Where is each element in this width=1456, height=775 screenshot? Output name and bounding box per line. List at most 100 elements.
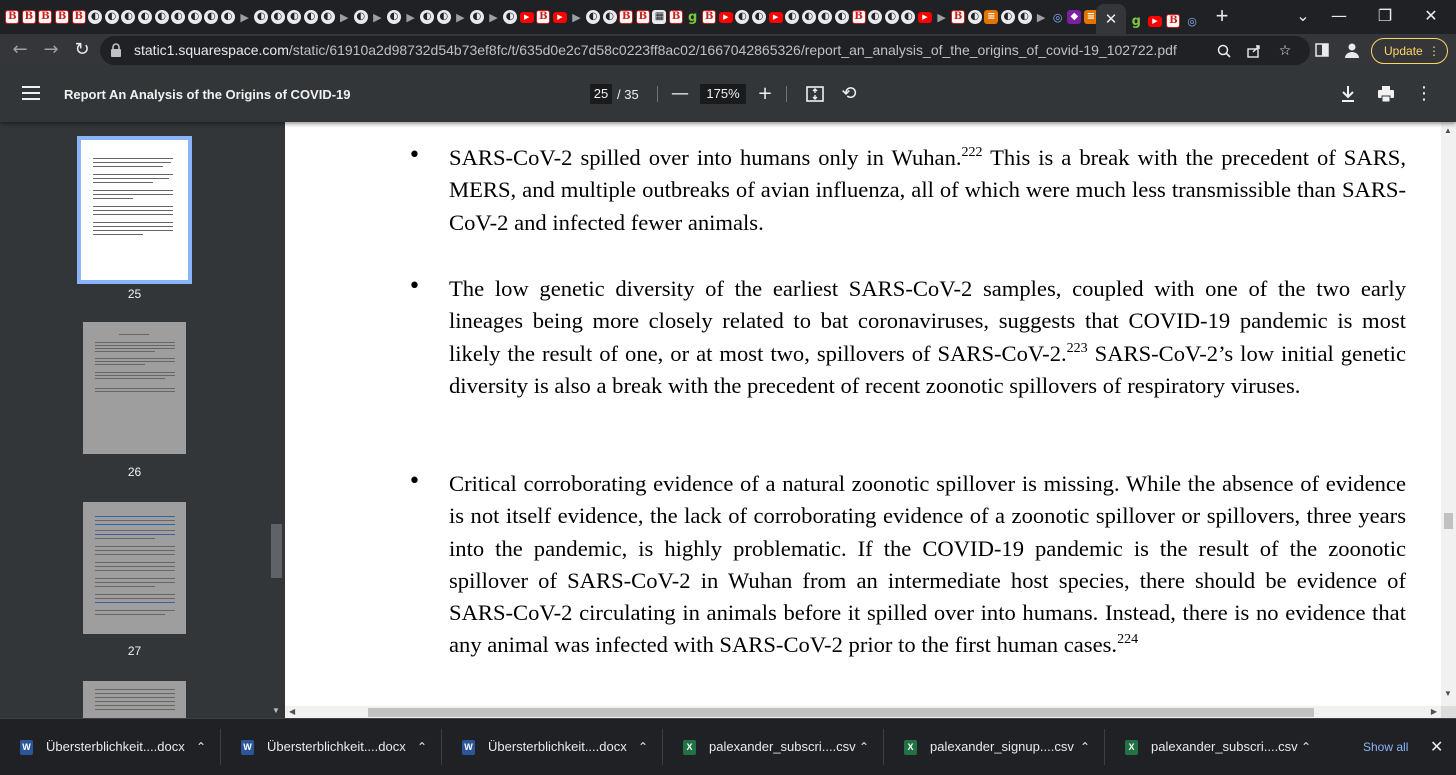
- browser-tab[interactable]: ◐: [1016, 4, 1033, 30]
- browser-tab[interactable]: ▶: [1147, 8, 1164, 34]
- browser-tab[interactable]: B: [950, 4, 967, 30]
- browser-tab[interactable]: ◐: [104, 4, 121, 30]
- browser-tab[interactable]: B: [70, 4, 87, 30]
- browser-tab[interactable]: ◐: [120, 4, 137, 30]
- browser-tab[interactable]: ▶: [336, 4, 353, 30]
- horizontal-scrollbar-thumb[interactable]: [368, 708, 1314, 717]
- close-downloads-bar-icon[interactable]: ✕: [1430, 719, 1443, 775]
- page-number-input[interactable]: 25: [590, 84, 612, 104]
- share-icon[interactable]: [1243, 40, 1265, 62]
- browser-tab[interactable]: B: [701, 4, 718, 30]
- browser-tab[interactable]: ▶: [552, 4, 569, 30]
- scroll-right-arrow-icon[interactable]: ▶: [1431, 706, 1437, 718]
- page-thumbnail[interactable]: [83, 322, 186, 454]
- tab-close-icon[interactable]: ✕: [1105, 10, 1118, 28]
- more-actions-icon[interactable]: ⋮: [1412, 82, 1436, 106]
- menu-icon[interactable]: [22, 86, 40, 100]
- scroll-up-arrow-icon[interactable]: ▲: [1444, 126, 1452, 135]
- browser-tab[interactable]: B: [635, 4, 652, 30]
- browser-tab[interactable]: ◐: [137, 4, 154, 30]
- active-tab[interactable]: ✕: [1096, 4, 1126, 34]
- back-button[interactable]: ←: [8, 38, 32, 62]
- browser-tab[interactable]: ◐: [1000, 4, 1017, 30]
- browser-tab[interactable]: ◐: [187, 4, 204, 30]
- minimize-button[interactable]: —: [1316, 4, 1362, 28]
- more-menu-icon[interactable]: ⋮: [1428, 39, 1440, 63]
- browser-tab[interactable]: ◐: [270, 4, 287, 30]
- browser-tab[interactable]: ◐: [220, 4, 237, 30]
- show-all-downloads-button[interactable]: Show all: [1363, 719, 1408, 775]
- browser-tab[interactable]: B: [21, 4, 38, 30]
- browser-tab[interactable]: ◐: [153, 4, 170, 30]
- footnote-ref[interactable]: 223: [1067, 341, 1088, 356]
- download-item[interactable]: W Übersterblichkeit....docx ⌃: [0, 719, 220, 775]
- browser-tab[interactable]: B: [535, 4, 552, 30]
- browser-tab[interactable]: ◐: [469, 4, 486, 30]
- browser-tab[interactable]: ◐: [253, 4, 270, 30]
- page-thumbnail[interactable]: [77, 136, 192, 284]
- scroll-down-arrow-icon[interactable]: ▼: [272, 706, 280, 715]
- scroll-down-arrow-icon[interactable]: ▼: [1444, 689, 1452, 698]
- browser-tab[interactable]: ◐: [834, 4, 851, 30]
- page-thumbnail[interactable]: [83, 681, 186, 718]
- download-item[interactable]: W Übersterblichkeit....docx ⌃: [221, 719, 441, 775]
- download-item[interactable]: Xpalexander_subscri....csv ⌃: [663, 719, 883, 775]
- chevron-up-icon[interactable]: ⌃: [638, 719, 648, 775]
- profile-icon[interactable]: [1340, 38, 1364, 62]
- vertical-scrollbar[interactable]: ▲ ▼: [1441, 122, 1456, 706]
- browser-tab[interactable]: ◎: [1184, 8, 1201, 34]
- browser-tab[interactable]: ◐: [303, 4, 320, 30]
- browser-tab[interactable]: ◐: [502, 4, 519, 30]
- zoom-in-icon[interactable]: +: [753, 82, 777, 106]
- scroll-left-arrow-icon[interactable]: ◀: [289, 706, 295, 718]
- browser-tab[interactable]: ◐: [319, 4, 336, 30]
- browser-tab[interactable]: B: [37, 4, 54, 30]
- download-item[interactable]: Xpalexander_subscri....csv ⌃: [1105, 719, 1325, 775]
- zoom-out-icon[interactable]: —: [668, 82, 692, 106]
- browser-tab[interactable]: ▶: [452, 4, 469, 30]
- vertical-scrollbar-thumb[interactable]: [1444, 513, 1453, 529]
- bookmark-star-icon[interactable]: ☆: [1274, 40, 1296, 62]
- browser-tab[interactable]: ▦: [651, 4, 668, 30]
- browser-tab[interactable]: ◎: [1049, 4, 1066, 30]
- browser-tab[interactable]: ◐: [286, 4, 303, 30]
- browser-tab[interactable]: ◐: [352, 4, 369, 30]
- browser-tab[interactable]: ◐: [601, 4, 618, 30]
- sidebar-scrollbar[interactable]: ▼: [269, 122, 285, 718]
- zoom-icon[interactable]: [1213, 40, 1235, 62]
- browser-tab[interactable]: B: [54, 4, 71, 30]
- browser-tab[interactable]: ◐: [883, 4, 900, 30]
- browser-tab[interactable]: ▶: [767, 4, 784, 30]
- download-icon[interactable]: [1336, 82, 1360, 106]
- footnote-ref[interactable]: 222: [962, 145, 983, 160]
- browser-tab[interactable]: ◐: [203, 4, 220, 30]
- browser-tab[interactable]: B: [4, 4, 21, 30]
- fit-page-icon[interactable]: [803, 82, 827, 106]
- browser-tab[interactable]: ◐: [867, 4, 884, 30]
- sidebar-scrollbar-thumb[interactable]: [271, 524, 282, 578]
- chevron-up-icon[interactable]: ⌃: [1080, 719, 1090, 775]
- close-window-button[interactable]: ✕: [1408, 4, 1454, 28]
- browser-tab[interactable]: ◐: [900, 4, 917, 30]
- update-button[interactable]: Update ⋮: [1371, 38, 1448, 64]
- address-bar[interactable]: static1.squarespace.com/static/61910a2d9…: [100, 36, 1310, 65]
- browser-tab[interactable]: g: [1128, 8, 1145, 34]
- browser-tab[interactable]: B: [668, 4, 685, 30]
- chevron-up-icon[interactable]: ⌃: [417, 719, 427, 775]
- browser-tab[interactable]: ▶: [718, 4, 735, 30]
- print-icon[interactable]: [1374, 82, 1398, 106]
- browser-tab[interactable]: ▶: [568, 4, 585, 30]
- browser-tab[interactable]: ◐: [784, 4, 801, 30]
- chevron-up-icon[interactable]: ⌃: [196, 719, 206, 775]
- lock-icon[interactable]: [110, 43, 122, 57]
- browser-tab[interactable]: ▶: [1033, 4, 1050, 30]
- browser-tab[interactable]: ▶: [236, 4, 253, 30]
- browser-tab[interactable]: ◐: [435, 4, 452, 30]
- new-tab-button[interactable]: +: [1210, 5, 1234, 29]
- browser-tab[interactable]: ◐: [734, 4, 751, 30]
- browser-tab[interactable]: ◐: [170, 4, 187, 30]
- browser-tab[interactable]: B: [850, 4, 867, 30]
- browser-tab[interactable]: ◐: [585, 4, 602, 30]
- browser-tab[interactable]: ◆: [1066, 4, 1083, 30]
- browser-tab[interactable]: ◐: [817, 4, 834, 30]
